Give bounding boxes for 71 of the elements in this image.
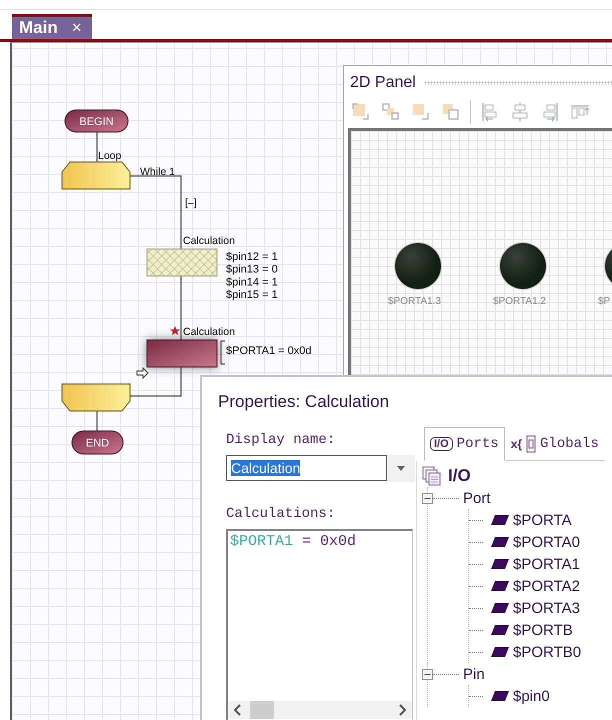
collapse-toggle[interactable]: [–] [185, 197, 197, 209]
loop-label: Loop [98, 150, 122, 162]
led-icon[interactable] [395, 243, 441, 289]
drag-grip[interactable] [424, 81, 612, 85]
tree-item[interactable]: $PORTA2 [513, 578, 580, 594]
scroll-right-icon[interactable] [398, 704, 406, 716]
led-label: $PORTA1.3 [388, 296, 441, 307]
tree-item[interactable]: $PORTA0 [513, 534, 580, 550]
variable-box-icon [526, 435, 536, 453]
panel-tab[interactable]: x{ Globals [504, 427, 605, 461]
calculation-block[interactable] [146, 340, 218, 368]
calculation-text: $pin12 = 1 [226, 251, 278, 263]
port-icon [491, 559, 509, 569]
calculation-text: $pin15 = 1 [226, 289, 278, 302]
calculation-text: $PORTA1 = 0x0d [226, 345, 312, 357]
tree-item[interactable]: $PORTA [513, 512, 572, 528]
dialog-title: Properties: Calculation [217, 391, 390, 413]
calculations-field[interactable]: $PORTA1 = 0x0d [226, 529, 413, 720]
led-label: $P [598, 296, 610, 307]
tree-item[interactable]: $PORTB [513, 622, 573, 638]
port-icon [491, 603, 509, 613]
field-label: Display name: [226, 432, 336, 448]
collapse-icon[interactable] [422, 668, 433, 680]
panel-title: 2D Panel [350, 74, 416, 92]
bracket-icon [220, 340, 226, 364]
tree-group[interactable]: Pin [463, 666, 485, 682]
horizontal-scrollbar[interactable] [228, 701, 412, 719]
close-icon[interactable]: × [72, 18, 82, 38]
scroll-left-icon[interactable] [234, 704, 242, 716]
block-label: Calculation [183, 235, 235, 247]
loop-end-block[interactable] [62, 384, 130, 412]
port-icon [491, 647, 509, 657]
tree-item[interactable]: $PORTA1 [513, 556, 580, 572]
bring-forward-icon[interactable] [350, 101, 372, 123]
caret-icon [397, 466, 405, 471]
send-backward-icon[interactable] [380, 101, 402, 123]
send-to-back-icon[interactable] [440, 101, 462, 123]
dropdown-button[interactable] [387, 455, 415, 482]
connector-line [96, 132, 98, 162]
field-label: Calculations: [226, 506, 336, 522]
port-icon [491, 581, 509, 591]
calculation-text: $pin13 = 0 [226, 264, 278, 276]
tree-item[interactable]: $PORTA3 [513, 600, 580, 616]
port-icon [491, 625, 509, 635]
tree-item[interactable]: $pin0 [513, 688, 550, 704]
tree-group[interactable]: Port [463, 490, 491, 506]
star-icon [170, 326, 180, 336]
panel-tab[interactable]: I/O Ports [424, 427, 505, 461]
loop-start-block[interactable] [62, 162, 130, 190]
begin-terminal[interactable]: BEGIN [64, 110, 128, 132]
connector-line [130, 366, 182, 396]
port-icon [491, 515, 509, 525]
tree-root[interactable]: I/O [448, 466, 471, 486]
end-terminal[interactable]: END [72, 430, 124, 454]
calculation-text: $pin14 = 1 [226, 276, 278, 288]
display-name-field[interactable]: Calculation [226, 455, 387, 481]
connector-line [180, 276, 182, 340]
connector-line [96, 410, 98, 432]
bring-to-front-icon[interactable] [410, 101, 432, 123]
port-icon [491, 537, 509, 547]
collapse-icon[interactable] [422, 492, 433, 504]
pages-icon [422, 466, 442, 486]
loop-condition: While 1 [140, 166, 176, 178]
scroll-thumb[interactable] [250, 701, 274, 719]
block-label: Calculation [183, 326, 235, 338]
pointer-arrow-icon [136, 366, 149, 380]
port-icon [491, 691, 509, 701]
led-icon[interactable] [500, 243, 546, 289]
tree-item[interactable]: $PORTB0 [513, 644, 582, 660]
led-label: $PORTA1.2 [493, 296, 546, 307]
main-tab[interactable]: Main × [12, 14, 92, 39]
